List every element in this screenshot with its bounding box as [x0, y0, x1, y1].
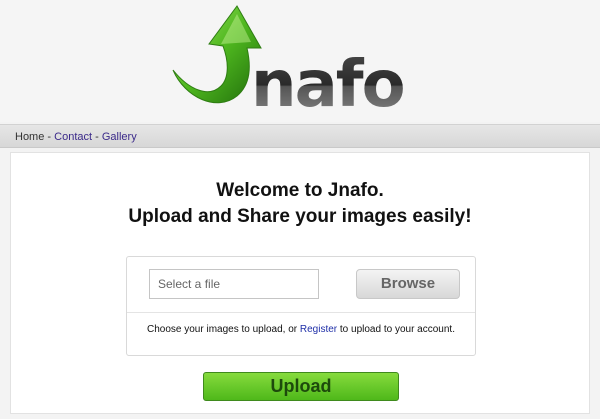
site-logo[interactable]: nafo — [165, 4, 445, 116]
register-link[interactable]: Register — [300, 324, 337, 335]
logo-graphic: nafo — [172, 5, 406, 116]
info-text-start: Choose your images to upload, or — [147, 324, 300, 335]
logo-text: nafo — [251, 48, 404, 116]
nav-contact-link[interactable]: Contact — [54, 131, 92, 143]
nav-bar: Home - Contact - Gallery — [0, 124, 600, 148]
upload-info-text: Choose your images to upload, or Registe… — [126, 322, 476, 338]
upload-button[interactable]: Upload — [203, 372, 399, 401]
file-select-input[interactable] — [149, 269, 319, 299]
panel-divider — [127, 312, 475, 313]
browse-button[interactable]: Browse — [356, 269, 460, 299]
nav-gallery-link[interactable]: Gallery — [102, 131, 137, 143]
welcome-heading: Welcome to Jnafo. — [216, 180, 384, 201]
arrow-icon — [172, 5, 262, 104]
info-text-end: to upload to your account. — [337, 324, 455, 335]
welcome-subheading: Upload and Share your images easily! — [128, 206, 472, 227]
nav-home-link[interactable]: Home — [15, 131, 44, 143]
header: nafo — [0, 0, 600, 122]
nav-separator: - — [95, 131, 102, 143]
